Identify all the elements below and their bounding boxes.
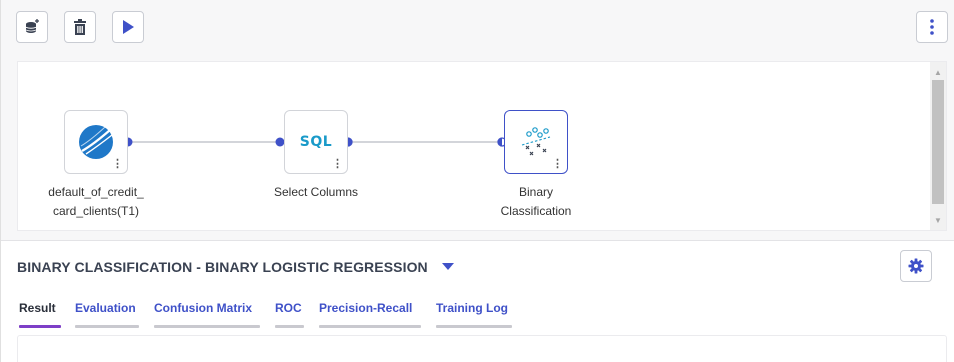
title-dropdown-caret-icon[interactable]: [442, 263, 454, 270]
app-window: ⋮ default_of_credit_ card_clients(T1) SQ…: [0, 0, 954, 362]
tab-label: Precision-Recall: [319, 301, 413, 315]
run-button[interactable]: [112, 11, 144, 43]
panel-title: BINARY CLASSIFICATION - BINARY LOGISTIC …: [17, 259, 428, 275]
toolbar: [1, 0, 954, 52]
tab-underline: [19, 325, 61, 328]
tab-underline: [75, 325, 139, 328]
result-content-area: [17, 335, 947, 362]
settings-button[interactable]: [900, 250, 932, 282]
tab-confusion-matrix[interactable]: Confusion Matrix: [154, 301, 260, 328]
binary-classification-node-label: Binary Classification: [466, 183, 606, 221]
tab-training-log[interactable]: Training Log: [436, 301, 512, 328]
dataset-node[interactable]: ⋮: [64, 110, 128, 174]
delete-button[interactable]: [64, 11, 96, 43]
add-database-icon: [25, 19, 39, 33]
vertical-ellipsis-icon: [930, 19, 934, 35]
scroll-up-icon[interactable]: ▲: [930, 64, 946, 80]
tab-evaluation[interactable]: Evaluation: [75, 301, 139, 328]
tab-label: Result: [19, 301, 56, 315]
trash-icon: [74, 19, 86, 35]
label-line: card_clients(T1): [52, 204, 140, 218]
dataset-logo-icon: [79, 125, 113, 159]
tab-label: ROC: [275, 301, 302, 315]
tab-precision-recall[interactable]: Precision-Recall: [319, 301, 421, 328]
tab-underline: [154, 325, 260, 328]
tab-underline: [275, 325, 304, 328]
panel-divider: [1, 240, 954, 241]
flow-canvas[interactable]: ⋮ default_of_credit_ card_clients(T1) SQ…: [17, 61, 947, 231]
node-menu-icon[interactable]: ⋮: [332, 159, 343, 170]
tab-underline: [319, 325, 421, 328]
node-menu-icon[interactable]: ⋮: [112, 159, 123, 170]
tab-result[interactable]: Result: [19, 301, 61, 328]
play-icon: [123, 20, 134, 34]
scroll-thumb[interactable]: [932, 80, 944, 204]
label-line: Classification: [500, 204, 572, 218]
label-line: default_of_credit_: [48, 185, 144, 199]
scroll-down-icon[interactable]: ▼: [930, 212, 946, 228]
scatter-classification-icon: [521, 127, 551, 156]
gear-icon: [908, 258, 924, 274]
dataset-node-label: default_of_credit_ card_clients(T1): [26, 183, 166, 221]
canvas-scrollbar[interactable]: ▲ ▼: [930, 62, 946, 230]
select-columns-node-label: Select Columns: [246, 183, 386, 202]
tab-underline: [436, 325, 512, 328]
tab-label: Training Log: [436, 301, 508, 315]
label-line: Select Columns: [273, 185, 359, 199]
binary-classification-node[interactable]: ⋮: [504, 110, 568, 174]
tab-label: Evaluation: [75, 301, 136, 315]
add-dataset-button[interactable]: [16, 11, 48, 43]
flow-canvas-area: ⋮ default_of_credit_ card_clients(T1) SQ…: [1, 52, 954, 240]
node-menu-icon[interactable]: ⋮: [552, 159, 563, 170]
label-line: Binary: [518, 185, 553, 199]
select-columns-node[interactable]: SQL ⋮: [284, 110, 348, 174]
tab-label: Confusion Matrix: [154, 301, 252, 315]
tab-roc[interactable]: ROC: [275, 301, 304, 328]
sql-icon: SQL: [299, 134, 333, 150]
more-options-button[interactable]: [916, 11, 948, 43]
